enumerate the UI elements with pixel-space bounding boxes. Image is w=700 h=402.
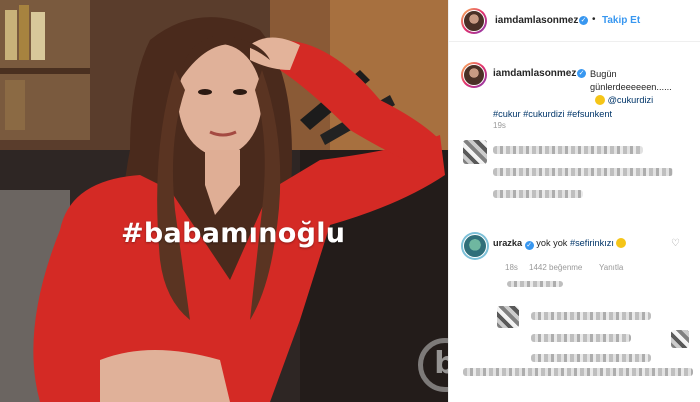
blurred-comment-line xyxy=(493,190,583,198)
laughing-emoji-icon xyxy=(616,238,627,248)
blurred-comment-line xyxy=(493,168,673,176)
caption-mention-link[interactable]: @cukurdizi xyxy=(608,95,654,105)
comment-text: yok yok xyxy=(536,238,568,248)
blurred-view-replies xyxy=(507,281,563,287)
caption-verified-icon: ✓ xyxy=(577,69,586,78)
caption-time: 19s xyxy=(493,121,506,130)
blurred-avatar xyxy=(497,306,519,328)
caption-hashtags-link[interactable]: #cukur #cukurdizi #efsunkent xyxy=(493,109,612,119)
post-side-panel: iamdamlasonmez ✓ • Takip Et iamdamlasonm… xyxy=(448,0,700,402)
comment-username[interactable]: urazka xyxy=(493,238,522,248)
comment-body: urazka ✓ yok yok #sefirinkızı xyxy=(493,238,627,250)
blurred-comment-line xyxy=(531,312,651,320)
blurred-icon xyxy=(671,330,689,348)
comment-likes[interactable]: 1442 beğenme xyxy=(529,263,582,272)
like-heart-icon[interactable]: ♡ xyxy=(671,238,680,249)
pizza-emoji-icon xyxy=(595,95,605,105)
verified-badge-icon: ✓ xyxy=(579,16,588,25)
post-image-caption: #babamınoğlu xyxy=(121,218,346,249)
blurred-avatar xyxy=(463,140,487,164)
caption-mention[interactable]: @cukurdizi xyxy=(595,94,695,107)
header-username[interactable]: iamdamlasonmez xyxy=(495,15,578,26)
comment-verified-icon: ✓ xyxy=(524,241,534,250)
post-header: iamdamlasonmez ✓ • Takip Et xyxy=(449,0,700,42)
comment-hashtag[interactable]: #sefirinkızı xyxy=(570,238,614,248)
blurred-comment-line xyxy=(493,146,643,154)
caption-text-first: Bugün günlerdeeeeeen...... xyxy=(590,69,672,92)
reply-link[interactable]: Yanıtla xyxy=(599,263,623,272)
comment-avatar[interactable] xyxy=(461,232,489,260)
follow-button[interactable]: Takip Et xyxy=(602,15,640,26)
blurred-comment-line xyxy=(463,368,693,376)
header-separator: • xyxy=(592,14,596,25)
post-image[interactable]: #babamınoğlu b xyxy=(0,0,448,402)
header-avatar[interactable] xyxy=(461,8,487,34)
caption-hashtags: #cukur #cukurdizi #efsunkent xyxy=(493,108,689,121)
blurred-comment-line xyxy=(531,334,631,342)
caption-avatar[interactable] xyxy=(461,62,487,88)
blurred-comment-line xyxy=(531,354,651,362)
post-photo-illustration xyxy=(0,0,448,402)
caption-username[interactable]: iamdamlasonmez xyxy=(493,68,576,79)
comment-time: 18s xyxy=(505,263,518,272)
